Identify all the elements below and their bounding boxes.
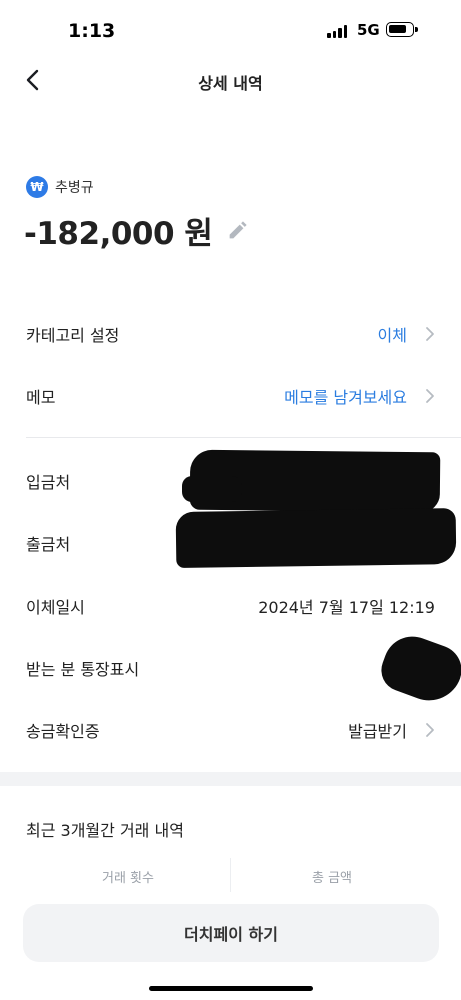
amount-row: -182,000 원: [24, 208, 248, 253]
deposit-to-label: 입금처: [26, 473, 71, 492]
memo-label: 메모: [26, 388, 56, 407]
pencil-icon[interactable]: [226, 220, 248, 242]
transaction-amount: -182,000 원: [24, 216, 213, 252]
won-icon: ₩: [26, 176, 48, 198]
chevron-right-icon: [426, 723, 434, 737]
recipient-display-label: 받는 분 통장표시: [26, 660, 140, 679]
redaction-mark: [182, 476, 242, 502]
category-value: 이체: [377, 326, 407, 345]
transfer-datetime-value: 2024년 7월 17일 12:19: [258, 598, 435, 617]
withdraw-from-label: 출금처: [26, 535, 71, 554]
signal-icon: [327, 25, 347, 38]
category-row[interactable]: 카테고리 설정 이체: [0, 318, 461, 348]
status-bar: 1:13 5G: [0, 0, 461, 62]
receipt-row[interactable]: 송금확인증 발급받기: [0, 714, 461, 744]
total-amount-label: 총 금액: [311, 871, 352, 886]
dutch-pay-button[interactable]: 더치페이 하기: [23, 904, 439, 962]
status-time: 1:13: [68, 20, 116, 42]
account-row: ₩ 추병규: [26, 176, 94, 198]
transfer-datetime-row: 이체일시 2024년 7월 17일 12:19: [0, 590, 461, 620]
stat-separator: [230, 858, 231, 892]
page-title: 상세 내역: [198, 74, 263, 93]
recent-section-title: 최근 3개월간 거래 내역: [26, 821, 184, 840]
transfer-datetime-label: 이체일시: [26, 598, 85, 617]
chevron-right-icon: [426, 327, 434, 341]
memo-row[interactable]: 메모 메모를 남겨보세요: [0, 380, 461, 410]
battery-icon: [386, 22, 418, 37]
chevron-right-icon: [426, 389, 434, 403]
nav-header: 상세 내역: [0, 58, 461, 104]
receipt-value: 발급받기: [348, 722, 407, 741]
home-indicator: [149, 986, 313, 991]
divider: [26, 437, 461, 438]
redaction-mark: [375, 628, 461, 710]
account-name: 추병규: [55, 180, 94, 196]
redaction-mark: [175, 508, 457, 568]
section-divider: [0, 772, 461, 786]
memo-value: 메모를 남겨보세요: [284, 388, 407, 407]
receipt-label: 송금확인증: [26, 722, 100, 741]
network-type: 5G: [357, 21, 380, 39]
category-label: 카테고리 설정: [26, 326, 120, 345]
transaction-count-label: 거래 횟수: [102, 871, 154, 886]
